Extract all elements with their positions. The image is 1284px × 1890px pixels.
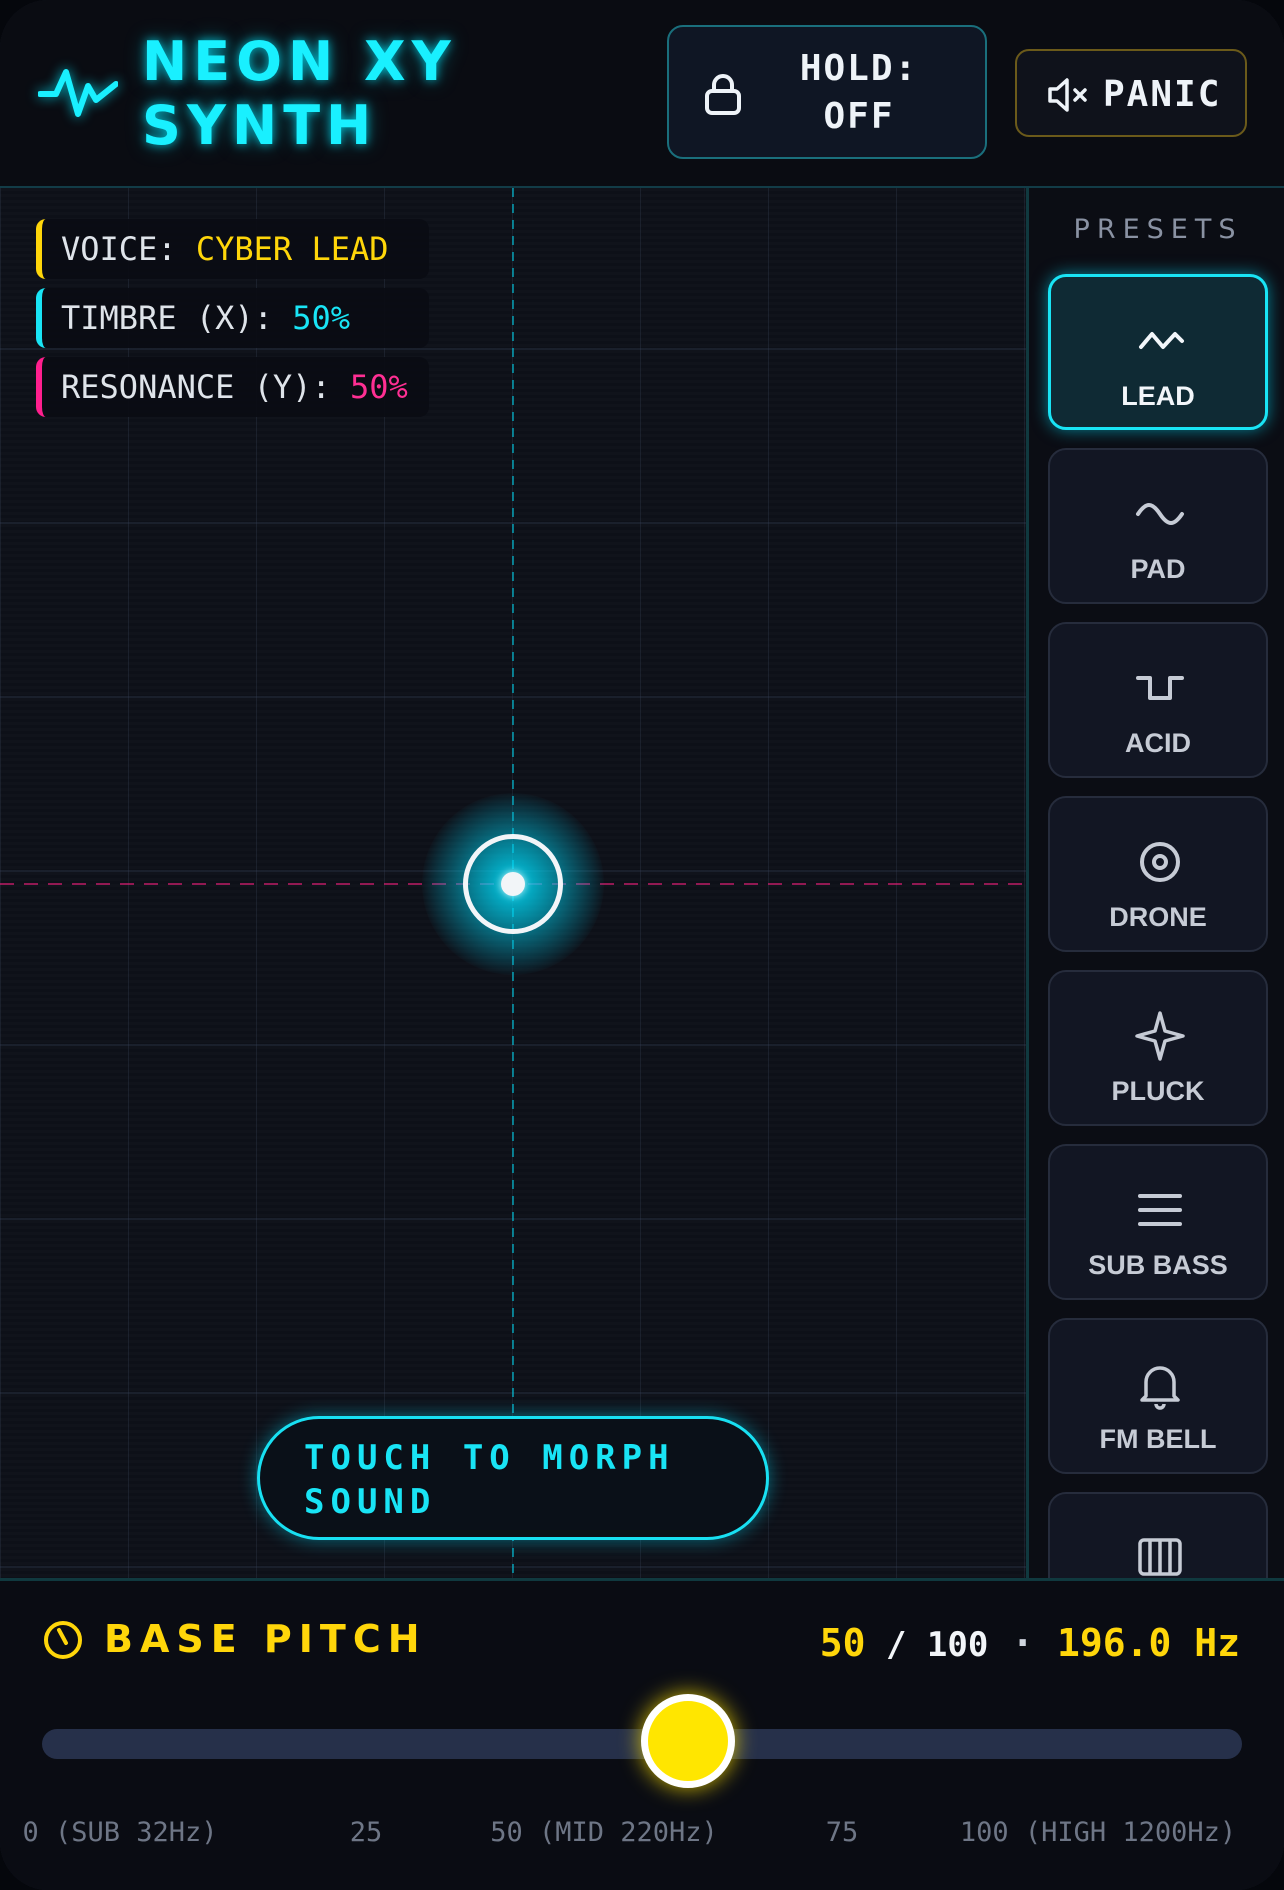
presets-panel: PRESETS LEAD PAD ACID DRONE PLUCK SUB BA… [1026, 188, 1284, 1578]
preset-lead[interactable]: LEAD [1048, 274, 1268, 430]
preset-pad[interactable]: PAD [1048, 448, 1268, 604]
panic-label: PANIC [1103, 74, 1222, 115]
pitch-tick: 75 [825, 1817, 859, 1848]
preset-label: FM BELL [1099, 1424, 1217, 1454]
voice-value: CYBER LEAD [195, 230, 389, 268]
pitch-separator: / [865, 1625, 927, 1665]
pitch-frequency: 196.0 Hz [1056, 1621, 1240, 1665]
preset-acid[interactable]: ACID [1048, 622, 1268, 778]
waveform-icon [37, 60, 119, 124]
pitch-max: 100 [926, 1625, 989, 1665]
voice-readout: VOICE: CYBER LEAD [36, 219, 429, 279]
synth-device: NEON XY SYNTH HOLD: OFF PANIC VOICE: CYB… [0, 0, 1284, 1890]
app-title-line1: NEON XY [142, 30, 457, 93]
pitch-tick: 0 (SUB 32Hz) [22, 1817, 218, 1848]
sparkle-icon [1135, 1011, 1185, 1061]
pitch-dot: · [988, 1621, 1057, 1665]
hold-button[interactable]: HOLD: OFF [667, 25, 987, 159]
resonance-label: RESONANCE (Y): [61, 368, 331, 406]
hold-label-line2: OFF [823, 96, 895, 137]
preset-label: SUB BASS [1088, 1250, 1228, 1280]
timbre-value: 50% [292, 299, 350, 337]
pitch-tick: 25 [349, 1817, 383, 1848]
base-pitch-section: BASE PITCH 50 / 100 · 196.0 Hz 0 (SUB 32… [0, 1578, 1284, 1890]
touch-hint-pill: TOUCH TO MORPH SOUND [257, 1416, 769, 1540]
preset-fm-bell[interactable]: FM BELL [1048, 1318, 1268, 1474]
pitch-slider-thumb[interactable] [641, 1694, 735, 1788]
preset-keys[interactable] [1048, 1492, 1268, 1578]
bell-icon [1140, 1366, 1180, 1410]
hold-label: HOLD: OFF [769, 45, 949, 141]
xy-cursor-center [501, 872, 525, 896]
preset-label: DRONE [1109, 902, 1207, 932]
preset-drone[interactable]: DRONE [1048, 796, 1268, 952]
hold-label-line1: HOLD: [799, 48, 919, 89]
panic-button[interactable]: PANIC [1015, 49, 1247, 137]
zigzag-wave-icon [1139, 332, 1184, 349]
presets-title: PRESETS [1073, 214, 1243, 245]
mute-icon [1048, 78, 1087, 112]
clock-icon [44, 1621, 82, 1659]
app-title-line2: SYNTH [142, 94, 378, 157]
voice-label: VOICE: [61, 230, 177, 268]
menu-lines-icon [1138, 1194, 1182, 1226]
touch-hint-line2: SOUND [304, 1482, 437, 1522]
preset-label: ACID [1125, 728, 1191, 758]
piano-keys-icon [1138, 1538, 1182, 1576]
sine-wave-icon [1136, 503, 1184, 525]
square-wave-icon [1136, 676, 1184, 700]
app-header: NEON XY SYNTH HOLD: OFF PANIC [0, 0, 1284, 188]
preset-sub-bass[interactable]: SUB BASS [1048, 1144, 1268, 1300]
pitch-readout: 50 / 100 · 196.0 Hz [820, 1615, 1240, 1673]
target-icon [1140, 842, 1180, 882]
preset-label: LEAD [1121, 381, 1195, 411]
preset-label: PLUCK [1111, 1076, 1205, 1106]
xy-pad[interactable]: VOICE: CYBER LEAD TIMBRE (X): 50% RESONA… [0, 188, 1026, 1578]
timbre-readout: TIMBRE (X): 50% [36, 288, 429, 348]
preset-label: PAD [1130, 554, 1186, 584]
resonance-readout: RESONANCE (Y): 50% [36, 357, 429, 417]
lock-icon [705, 74, 741, 115]
resonance-value: 50% [349, 368, 408, 406]
app-title: NEON XY SYNTH [142, 30, 472, 158]
base-pitch-title: BASE PITCH [104, 1617, 427, 1661]
preset-pluck[interactable]: PLUCK [1048, 970, 1268, 1126]
pitch-tick: 100 (HIGH 1200Hz) [959, 1817, 1237, 1848]
pitch-value: 50 [819, 1621, 866, 1665]
pitch-tick: 50 (MID 220Hz) [490, 1817, 718, 1848]
timbre-label: TIMBRE (X): [61, 299, 273, 337]
touch-hint-line1: TOUCH TO MORPH [304, 1438, 675, 1478]
